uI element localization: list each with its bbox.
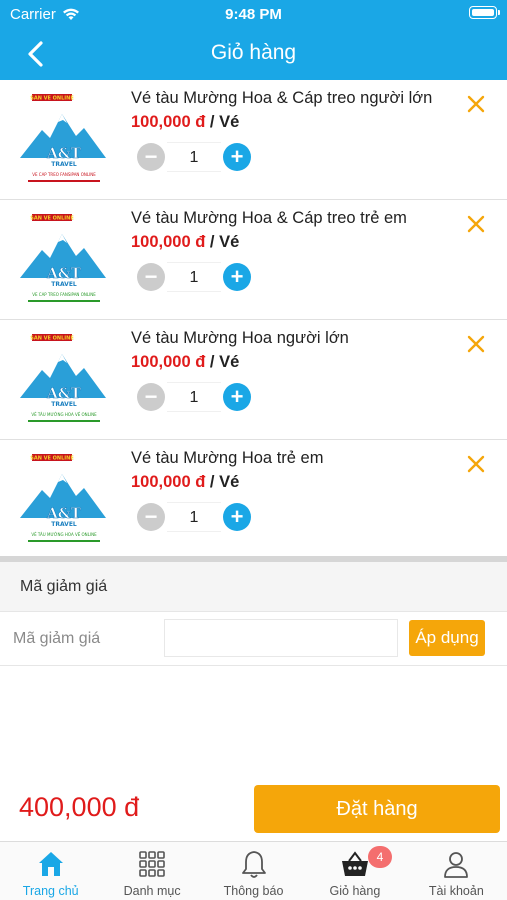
product-price: 100,000 đ (131, 233, 206, 251)
tab-label: Tài khoản (428, 884, 484, 898)
price-unit: / Vé (209, 353, 240, 371)
svg-text:SAN VE ONLINE: SAN VE ONLINE (30, 456, 74, 462)
svg-text:VE CAP TREO FANSIPAN ONLINE: VE CAP TREO FANSIPAN ONLINE (32, 292, 96, 297)
price-unit: / Vé (209, 473, 240, 491)
cart-count-badge: 4 (368, 846, 392, 868)
product-price: 100,000 đ (131, 353, 206, 371)
cart-item: SAN VE ONLINE A&T TRAVEL VE CAP TREO FAN… (0, 80, 507, 200)
coupon-label: Mã giảm giá (13, 630, 101, 647)
decrease-quantity-button[interactable]: − (137, 143, 165, 171)
product-price: 100,000 đ (131, 113, 206, 131)
bell-icon (241, 851, 266, 878)
svg-text:TRAVEL: TRAVEL (51, 401, 77, 408)
coupon-section-title: Mã giảm giá (20, 578, 108, 595)
increase-quantity-button[interactable]: + (223, 503, 251, 531)
svg-text:VE CAP TREO FANSIPAN ONLINE: VE CAP TREO FANSIPAN ONLINE (32, 172, 96, 177)
quantity-value[interactable]: 1 (167, 382, 221, 412)
coupon-section-header: Mã giảm giá (0, 562, 507, 612)
svg-text:SAN VE ONLINE: SAN VE ONLINE (30, 336, 74, 342)
increase-quantity-button[interactable]: + (223, 263, 251, 291)
product-thumbnail[interactable]: SAN VE ONLINE A&T TRAVEL VÉ TÀU MƯỜNG HO… (14, 332, 112, 428)
increase-quantity-button[interactable]: + (223, 143, 251, 171)
svg-text:VÉ TÀU MƯỜNG HOA VÉ ONLINE: VÉ TÀU MƯỜNG HOA VÉ ONLINE (31, 532, 97, 537)
svg-text:SAN VE ONLINE: SAN VE ONLINE (30, 96, 74, 102)
remove-item-button[interactable] (464, 92, 488, 116)
tab-label: Trang chủ (22, 884, 79, 898)
tab-categories[interactable]: Danh mục (101, 842, 202, 900)
user-icon (444, 852, 469, 878)
remove-item-button[interactable] (464, 212, 488, 236)
svg-text:SAN VE ONLINE: SAN VE ONLINE (30, 216, 74, 222)
product-name[interactable]: Vé tàu Mường Hoa & Cáp treo người lớn (131, 89, 432, 108)
decrease-quantity-button[interactable]: − (137, 503, 165, 531)
product-name[interactable]: Vé tàu Mường Hoa trẻ em (131, 449, 323, 468)
page-title: Giỏ hàng (210, 41, 297, 64)
product-name[interactable]: Vé tàu Mường Hoa & Cáp treo trẻ em (131, 209, 407, 228)
decrease-quantity-button[interactable]: − (137, 383, 165, 411)
price-line: 100,000 đ / Vé (131, 233, 239, 252)
tab-account[interactable]: Tài khoản (406, 842, 507, 900)
tab-label: Thông báo (223, 884, 284, 898)
quantity-value[interactable]: 1 (167, 142, 221, 172)
svg-text:VÉ TÀU MƯỜNG HOA VÉ ONLINE: VÉ TÀU MƯỜNG HOA VÉ ONLINE (31, 412, 97, 417)
price-unit: / Vé (209, 113, 240, 131)
remove-item-button[interactable] (464, 452, 488, 476)
price-unit: / Vé (209, 233, 240, 251)
battery-icon (469, 6, 500, 19)
app-header: Carrier 9:48 PM Giỏ hàng (0, 0, 507, 80)
cart-total: 400,000 đ (19, 792, 140, 822)
quantity-stepper: − 1 + (137, 502, 251, 532)
cart-list: SAN VE ONLINE A&T TRAVEL VE CAP TREO FAN… (0, 80, 507, 560)
tab-label: Danh mục (123, 884, 181, 898)
quantity-stepper: − 1 + (137, 382, 251, 412)
cart-item: SAN VE ONLINE A&T TRAVEL VÉ TÀU MƯỜNG HO… (0, 320, 507, 440)
price-line: 100,000 đ / Vé (131, 473, 239, 492)
decrease-quantity-button[interactable]: − (137, 263, 165, 291)
svg-text:TRAVEL: TRAVEL (51, 521, 77, 528)
cart-item: SAN VE ONLINE A&T TRAVEL VE CAP TREO FAN… (0, 200, 507, 320)
product-thumbnail[interactable]: SAN VE ONLINE A&T TRAVEL VE CAP TREO FAN… (14, 212, 112, 308)
quantity-value[interactable]: 1 (167, 262, 221, 292)
tab-bar: Trang chủ Danh mục Thông báo Giỏ hàng Tà… (0, 841, 507, 900)
tab-home[interactable]: Trang chủ (0, 842, 101, 900)
svg-text:A&T: A&T (46, 146, 82, 162)
status-bar: Carrier 9:48 PM (0, 0, 507, 28)
place-order-button[interactable]: Đặt hàng (254, 785, 500, 833)
tab-notifications[interactable]: Thông báo (203, 842, 304, 900)
price-line: 100,000 đ / Vé (131, 113, 239, 132)
nav-bar: Giỏ hàng (0, 28, 507, 80)
status-time: 9:48 PM (225, 6, 282, 23)
product-name[interactable]: Vé tàu Mường Hoa người lớn (131, 329, 349, 348)
product-price: 100,000 đ (131, 473, 206, 491)
svg-text:A&T: A&T (46, 386, 82, 402)
svg-text:TRAVEL: TRAVEL (51, 161, 77, 168)
home-icon (38, 852, 63, 876)
increase-quantity-button[interactable]: + (223, 383, 251, 411)
product-thumbnail[interactable]: SAN VE ONLINE A&T TRAVEL VÉ TÀU MƯỜNG HO… (14, 452, 112, 548)
product-thumbnail[interactable]: SAN VE ONLINE A&T TRAVEL VE CAP TREO FAN… (14, 92, 112, 188)
apply-coupon-button[interactable]: Áp dụng (409, 620, 485, 656)
svg-text:A&T: A&T (46, 506, 82, 522)
coupon-row: Mã giảm giá Áp dụng (0, 612, 507, 666)
cart-item: SAN VE ONLINE A&T TRAVEL VÉ TÀU MƯỜNG HO… (0, 440, 507, 560)
svg-text:TRAVEL: TRAVEL (51, 281, 77, 288)
remove-item-button[interactable] (464, 332, 488, 356)
tab-label: Giỏ hàng (329, 884, 381, 898)
svg-text:A&T: A&T (46, 266, 82, 282)
price-line: 100,000 đ / Vé (131, 353, 239, 372)
coupon-input[interactable] (164, 619, 398, 657)
basket-icon (341, 851, 368, 876)
quantity-stepper: − 1 + (137, 262, 251, 292)
grid-icon (139, 851, 165, 877)
quantity-value[interactable]: 1 (167, 502, 221, 532)
quantity-stepper: − 1 + (137, 142, 251, 172)
